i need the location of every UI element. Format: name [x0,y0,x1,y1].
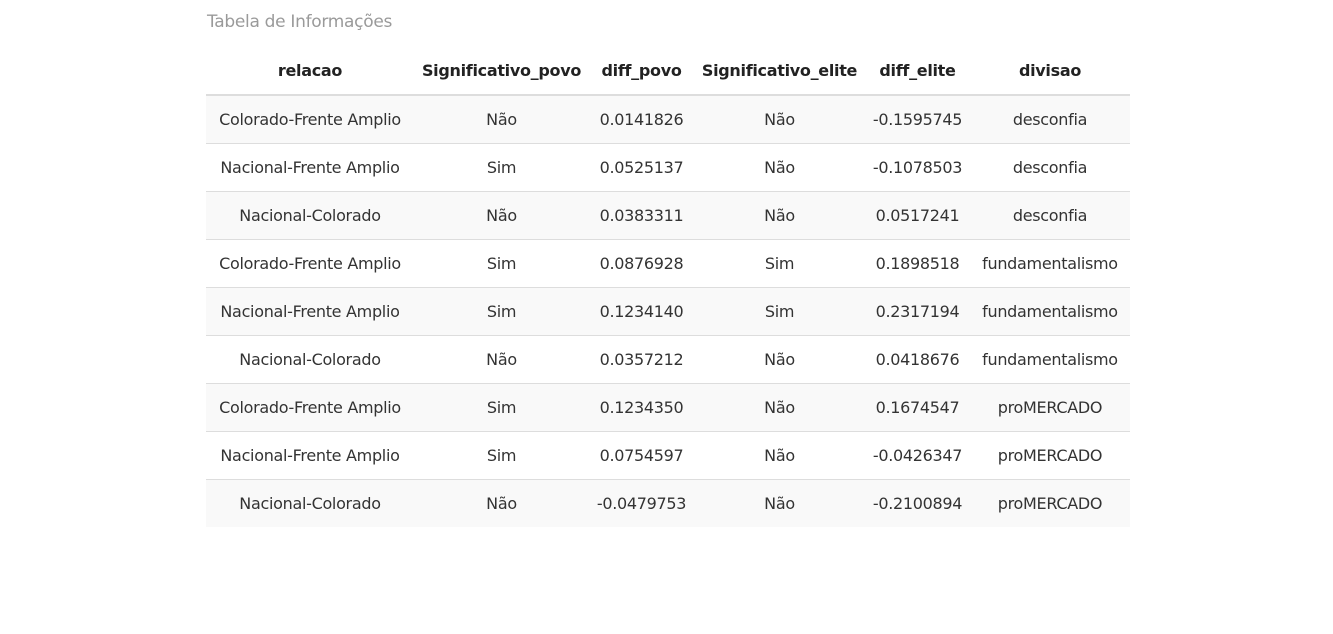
cell-significativo-elite: Não [694,191,865,240]
column-header-significativo-elite: Significativo_elite [694,46,865,96]
column-header-significativo-povo: Significativo_povo [414,46,589,96]
cell-significativo-povo: Sim [414,239,589,288]
table-row: Nacional-Colorado Não -0.0479753 Não -0.… [206,479,1130,527]
table-row: Colorado-Frente Amplio Sim 0.1234350 Não… [206,383,1130,432]
cell-significativo-elite: Sim [694,287,865,336]
cell-diff-povo: 0.0754597 [589,431,694,480]
column-header-relacao: relacao [206,46,414,96]
cell-significativo-elite: Não [694,383,865,432]
cell-significativo-povo: Sim [414,287,589,336]
cell-significativo-elite: Sim [694,239,865,288]
cell-diff-elite: -0.0426347 [865,431,970,480]
column-header-diff-elite: diff_elite [865,46,970,96]
cell-relacao: Colorado-Frente Amplio [206,383,414,432]
cell-relacao: Nacional-Colorado [206,191,414,240]
cell-diff-elite: 0.0517241 [865,191,970,240]
table-row: Nacional-Colorado Não 0.0383311 Não 0.05… [206,191,1130,240]
cell-diff-povo: 0.0141826 [599,110,684,129]
cell-diff-elite: 0.1898518 [865,239,970,288]
column-header-divisao: divisao [970,46,1130,96]
column-header-diff-povo: diff_povo [589,46,694,96]
cell-divisao: desconfia [970,191,1130,240]
cell-diff-elite: -0.1595745 [872,110,963,129]
cell-diff-elite: -0.1078503 [865,143,970,192]
cell-significativo-elite: Não [694,335,865,384]
table-row: Nacional-Frente Amplio Sim 0.1234140 Sim… [206,287,1130,336]
cell-divisao: proMERCADO [970,431,1130,480]
table-row: Colorado-Frente Amplio Sim 0.0876928 Sim… [206,239,1130,288]
cell-significativo-elite: Não [764,110,795,129]
cell-significativo-elite: Não [694,479,865,527]
cell-diff-elite: 0.1674547 [865,383,970,432]
cell-relacao: Nacional-Colorado [206,335,414,384]
cell-diff-elite: 0.2317194 [865,287,970,336]
cell-relacao: Nacional-Frente Amplio [206,287,414,336]
cell-diff-povo: 0.0357212 [589,335,694,384]
table-header-row: relacao Significativo_povo diff_povo Sig… [206,46,1130,96]
cell-relacao: Colorado-Frente Amplio [219,110,401,129]
table-row: Nacional-Frente Amplio Sim 0.0754597 Não… [206,431,1130,480]
table-row: Nacional-Colorado Não 0.0357212 Não 0.04… [206,335,1130,384]
cell-relacao: Colorado-Frente Amplio [206,239,414,288]
cell-divisao: proMERCADO [970,383,1130,432]
cell-diff-elite: -0.2100894 [865,479,970,527]
table-body: Colorado-Frente Amplio Não 0.0141826 Não… [206,95,1130,527]
cell-divisao: fundamentalismo [970,335,1130,384]
cell-relacao: Nacional-Colorado [206,479,414,527]
cell-significativo-povo: Sim [414,431,589,480]
cell-significativo-povo: Não [486,110,517,129]
cell-significativo-povo: Não [414,335,589,384]
cell-significativo-povo: Não [414,191,589,240]
cell-diff-povo: 0.1234140 [589,287,694,336]
cell-divisao: proMERCADO [970,479,1130,527]
cell-diff-povo: 0.0383311 [589,191,694,240]
cell-significativo-elite: Não [694,431,865,480]
cell-divisao: fundamentalismo [970,239,1130,288]
cell-divisao: fundamentalismo [970,287,1130,336]
table-row: Nacional-Frente Amplio Sim 0.0525137 Não… [206,143,1130,192]
cell-divisao: desconfia [1012,110,1088,129]
cell-diff-povo: 0.1234350 [589,383,694,432]
cell-relacao: Nacional-Frente Amplio [206,431,414,480]
cell-divisao: desconfia [970,143,1130,192]
cell-significativo-elite: Não [694,143,865,192]
table-caption: Tabela de Informações [207,12,393,32]
cell-diff-povo: -0.0479753 [589,479,694,527]
cell-relacao: Nacional-Frente Amplio [206,143,414,192]
cell-significativo-povo: Sim [414,143,589,192]
cell-significativo-povo: Sim [414,383,589,432]
info-table: relacao Significativo_povo diff_povo Sig… [206,46,1130,527]
cell-diff-povo: 0.0876928 [589,239,694,288]
cell-diff-elite: 0.0418676 [865,335,970,384]
cell-diff-povo: 0.0525137 [589,143,694,192]
table-row: Colorado-Frente Amplio Não 0.0141826 Não… [206,95,1130,144]
cell-significativo-povo: Não [414,479,589,527]
